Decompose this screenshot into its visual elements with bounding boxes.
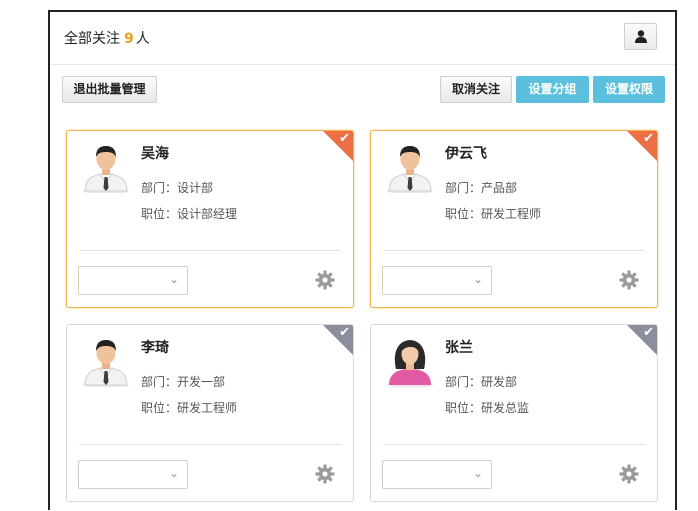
check-icon: ✔ — [339, 325, 350, 340]
chevron-down-icon: ⌄ — [472, 466, 483, 480]
set-permission-button[interactable]: 设置权限 — [593, 76, 665, 103]
avatar — [81, 141, 131, 194]
title-prefix: 全部关注 — [64, 31, 120, 47]
group-select[interactable]: ⌄ — [382, 460, 492, 489]
member-department: 部门：产品部 — [445, 181, 518, 195]
divider — [383, 444, 645, 445]
member-name: 张兰 — [445, 340, 473, 356]
divider — [79, 444, 341, 445]
check-icon: ✔ — [643, 325, 654, 340]
chevron-down-icon: ⌄ — [168, 272, 179, 286]
exit-batch-button[interactable]: 退出批量管理 — [62, 76, 157, 103]
divider — [383, 250, 645, 251]
gear-icon[interactable] — [315, 464, 335, 484]
user-icon — [635, 30, 647, 43]
member-position: 职位：研发工程师 — [141, 401, 238, 415]
member-department: 部门：开发一部 — [141, 375, 226, 389]
member-name: 伊云飞 — [445, 146, 487, 162]
avatar — [385, 141, 435, 194]
member-card[interactable]: ✔ 伊云飞 部门：产品部 职位：研发工程师 ⌄ — [370, 130, 658, 308]
member-name: 李琦 — [141, 340, 169, 356]
member-card[interactable]: ✔ 张兰 部门：研发部 职位：研发总监 ⌄ — [370, 324, 658, 502]
set-group-button[interactable]: 设置分组 — [516, 76, 589, 103]
title-suffix: 人 — [135, 31, 150, 47]
member-position: 职位：研发工程师 — [445, 207, 542, 221]
chevron-down-icon: ⌄ — [472, 272, 483, 286]
member-card[interactable]: ✔ 吴海 部门：设计部 职位：设计部经理 ⌄ — [66, 130, 354, 308]
member-department: 部门：设计部 — [141, 181, 214, 195]
member-position: 职位：设计部经理 — [141, 207, 238, 221]
divider — [79, 250, 341, 251]
member-card[interactable]: ✔ 李琦 部门：开发一部 职位：研发工程师 ⌄ — [66, 324, 354, 502]
group-select[interactable]: ⌄ — [78, 266, 188, 295]
panel-header: 全部关注 9 人 — [50, 12, 675, 65]
gear-icon[interactable] — [619, 464, 639, 484]
check-icon: ✔ — [643, 131, 654, 146]
avatar — [81, 335, 131, 388]
follow-panel: 全部关注 9 人 退出批量管理 取消关注 设置分组 设置权限 ✔ 吴海 部门：设计部… — [48, 10, 677, 510]
member-department: 部门：研发部 — [445, 375, 518, 389]
gear-icon[interactable] — [619, 270, 639, 290]
member-position: 职位：研发总监 — [445, 401, 530, 415]
user-button[interactable] — [624, 23, 657, 50]
follow-count: 9 — [124, 31, 134, 47]
check-icon: ✔ — [339, 131, 350, 146]
member-name: 吴海 — [141, 146, 169, 162]
gear-icon[interactable] — [315, 270, 335, 290]
chevron-down-icon: ⌄ — [168, 466, 179, 480]
avatar — [385, 335, 435, 388]
unfollow-button[interactable]: 取消关注 — [440, 76, 512, 103]
group-select[interactable]: ⌄ — [382, 266, 492, 295]
page-title: 全部关注 9 人 — [64, 28, 150, 48]
group-select[interactable]: ⌄ — [78, 460, 188, 489]
